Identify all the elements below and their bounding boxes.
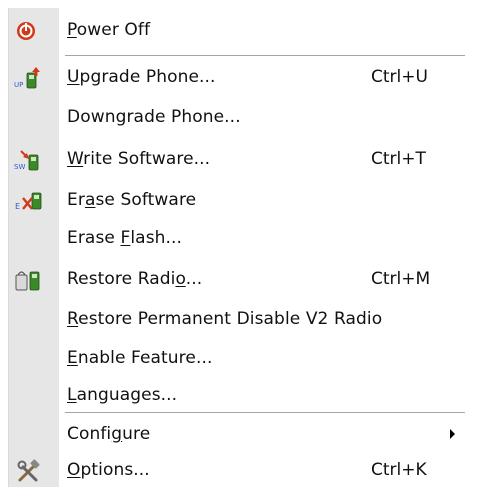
menu-item-label: Configure (67, 424, 151, 444)
menu-item-label: Languages... (67, 385, 178, 405)
shortcut-label: Ctrl+U (371, 67, 428, 87)
menu-item-label: Power Off (67, 20, 151, 40)
menu-item-label: Upgrade Phone... (67, 67, 216, 87)
menu-item-upgrade-phone[interactable]: UP Upgrade Phone... Ctrl+U (9, 61, 469, 95)
tools-icon (14, 458, 44, 484)
menu-item-label: Restore Permanent Disable V2 Radio (67, 309, 383, 329)
menu-item-label: Erase Software (67, 190, 197, 210)
menu-item-write-software[interactable]: SW Write Software... Ctrl+T (9, 143, 469, 177)
menu-item-languages[interactable]: Languages... (9, 379, 469, 413)
menu-item-label: Downgrade Phone... (67, 107, 241, 127)
submenu-arrow-icon (450, 429, 455, 439)
write-software-icon: SW (14, 147, 44, 173)
menu-item-options[interactable]: Options... Ctrl+K (9, 454, 469, 488)
svg-text:UP: UP (14, 81, 23, 89)
menu-separator (65, 412, 465, 414)
menu-item-downgrade-phone[interactable]: Downgrade Phone... (9, 101, 469, 135)
svg-text:E: E (15, 202, 20, 211)
shortcut-label: Ctrl+K (371, 460, 427, 480)
menu-item-label: Enable Feature... (67, 348, 213, 368)
menu-item-label: Options... (67, 460, 150, 480)
shortcut-label: Ctrl+M (371, 269, 431, 289)
menu-item-restore-radio[interactable]: Restore Radio... Ctrl+M (9, 263, 469, 297)
erase-software-icon: E (14, 188, 44, 214)
power-icon (14, 18, 44, 44)
menu-item-restore-permanent-disable[interactable]: Restore Permanent Disable V2 Radio (9, 303, 469, 337)
restore-radio-icon (14, 267, 44, 293)
menu-item-label: Restore Radio... (67, 269, 203, 289)
menu-item-enable-feature[interactable]: Enable Feature... (9, 342, 469, 376)
upgrade-phone-icon: UP (14, 65, 44, 91)
menu-item-configure[interactable]: Configure (9, 418, 469, 452)
menu-item-erase-software[interactable]: E Erase Software (9, 184, 469, 218)
menu-item-label: Erase Flash... (67, 228, 183, 248)
menu-item-erase-flash[interactable]: Erase Flash... (9, 222, 469, 256)
context-menu: Power Off UP Upgrade Phone... Ctrl+U Dow… (8, 8, 469, 487)
svg-text:SW: SW (14, 163, 25, 171)
menu-separator (65, 55, 465, 57)
shortcut-label: Ctrl+T (371, 149, 426, 169)
menu-item-power-off[interactable]: Power Off (9, 14, 469, 48)
menu-item-label: Write Software... (67, 149, 211, 169)
